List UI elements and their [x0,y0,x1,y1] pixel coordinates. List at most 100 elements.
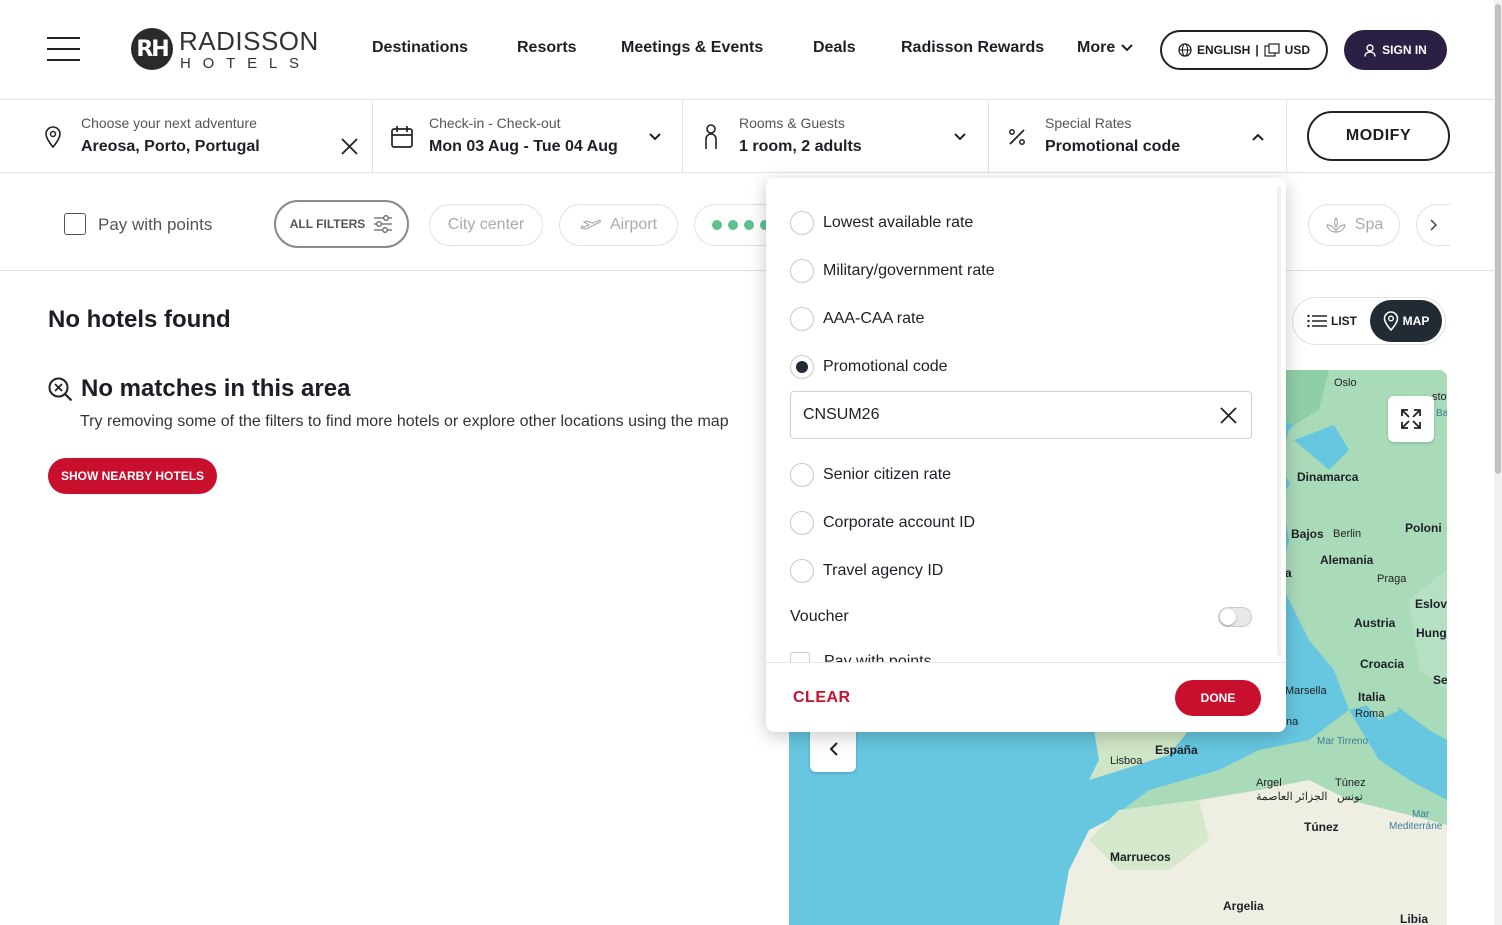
spa-icon [1325,217,1346,233]
map-label-hung: Hung [1416,626,1447,640]
filter-airport[interactable]: Airport [559,204,678,246]
radio-military[interactable] [790,259,814,283]
sign-in-button[interactable]: SIGN IN [1344,30,1447,70]
globe-icon [1178,43,1192,57]
map-label-argelia: Argelia [1223,899,1264,913]
map-label-na: na [1286,716,1299,728]
rate-option-travel[interactable]: Travel agency ID [790,559,943,583]
rate-option-military[interactable]: Military/government rate [790,259,995,283]
map-label-croacia: Croacia [1360,657,1405,671]
rate-label-military: Military/government rate [823,262,995,279]
modify-search-button[interactable]: MODIFY [1307,111,1450,161]
chevron-down-icon [649,133,661,141]
language-currency-button[interactable]: ENGLISH | USD [1160,30,1328,70]
pay-with-points-label[interactable]: Pay with points [98,215,212,235]
filter-spa[interactable]: Spa [1308,204,1400,246]
nav-meetings-events[interactable]: Meetings & Events [621,39,763,57]
site-header: RH RADISSON HOTELS Destinations Resorts … [0,0,1494,100]
map-label-mar-med-2: Mediterráne [1389,821,1443,832]
list-icon [1307,314,1327,328]
currency-icon [1264,43,1280,57]
nav-radisson-rewards[interactable]: Radisson Rewards [901,39,1044,57]
map-label-mar-tirreno: Mar Tirreno [1317,736,1369,747]
list-view-button[interactable]: LIST [1298,300,1366,342]
calendar-icon [391,126,413,148]
voucher-label: Voucher [790,608,849,625]
clear-promo-code-icon[interactable] [1220,407,1237,424]
map-label-italia: Italia [1358,690,1386,704]
rate-option-lowest[interactable]: Lowest available rate [790,211,973,235]
map-label-se: Se [1433,673,1447,687]
map-label-espana: España [1155,743,1198,757]
destination-field[interactable]: Choose your next adventure Areosa, Porto… [0,101,373,173]
map-label-polonia: Poloni [1405,521,1442,535]
radisson-logo-name[interactable]: RADISSON [179,26,319,57]
map-label-a: a [1285,566,1292,580]
destination-label: Choose your next adventure [81,115,257,131]
rate-option-senior[interactable]: Senior citizen rate [790,463,951,487]
map-label-austria: Austria [1354,616,1396,630]
promo-code-input[interactable] [790,391,1252,439]
page-scrollbar[interactable] [1494,0,1502,925]
radio-travel[interactable] [790,559,814,583]
pay-with-points-checkbox-partial[interactable] [790,652,810,662]
nav-destinations[interactable]: Destinations [372,39,468,57]
map-label-oslo: Oslo [1334,377,1357,389]
user-icon [1364,43,1376,57]
map-label-lisboa: Lisboa [1110,755,1143,767]
rating-dots-icon [712,220,770,230]
menu-icon[interactable] [47,37,81,61]
all-filters-label: ALL FILTERS [289,217,366,231]
radio-lowest[interactable] [790,211,814,235]
rate-option-corporate[interactable]: Corporate account ID [790,511,975,535]
dates-label: Check-in - Check-out [429,115,561,131]
map-label-bajos: Bajos [1291,527,1324,541]
pay-with-points-partial: Pay with points [790,652,1250,662]
rooms-guests-label: Rooms & Guests [739,115,845,131]
done-button[interactable]: DONE [1175,680,1261,716]
rate-option-aaa[interactable]: AAA-CAA rate [790,307,924,331]
all-filters-button[interactable]: ALL FILTERS [274,200,409,248]
radisson-logo-sub[interactable]: HOTELS [180,55,311,72]
map-label-argel-ar: الجزائر العاصمة [1256,791,1328,803]
results-title: No hotels found [48,306,231,333]
map-view-button[interactable]: MAP [1370,300,1442,342]
map-fullscreen-button[interactable] [1388,396,1434,442]
airport-label: Airport [609,216,658,233]
no-matches-hint: Try removing some of the filters to find… [80,413,729,430]
filters-next-button[interactable] [1416,204,1450,246]
nav-deals[interactable]: Deals [813,39,856,57]
rooms-guests-field[interactable]: Rooms & Guests 1 room, 2 adults [683,101,989,173]
clear-destination-icon[interactable] [341,138,358,155]
map-label-marsella: Marsella [1285,685,1327,697]
pay-with-points-checkbox[interactable] [64,213,86,235]
radio-senior[interactable] [790,463,814,487]
special-rates-field[interactable]: Special Rates Promotional code [989,101,1287,173]
radio-corporate[interactable] [790,511,814,535]
nav-more[interactable]: More [1077,39,1133,57]
voucher-toggle[interactable] [1218,607,1252,627]
no-matches-heading: No matches in this area [81,375,351,402]
dropdown-scrollbar[interactable] [1277,186,1281,656]
map-label-berlin: Berlin [1333,528,1362,540]
clear-button[interactable]: CLEAR [793,689,851,707]
page-scrollbar-thumb[interactable] [1495,4,1501,474]
chevron-down-icon [954,133,966,141]
radisson-logo-mark[interactable]: RH [131,28,173,70]
show-nearby-hotels-button[interactable]: SHOW NEARBY HOTELS [48,458,217,494]
rate-option-promo[interactable]: Promotional code [790,355,948,379]
filter-city-center[interactable]: City center [429,204,543,246]
map-label-praga: Praga [1377,573,1407,585]
map-label-argel: Argel [1256,777,1282,789]
dates-field[interactable]: Check-in - Check-out Mon 03 Aug - Tue 04… [373,101,683,173]
nav-resorts[interactable]: Resorts [517,39,577,57]
location-pin-icon [1383,311,1398,331]
radio-aaa[interactable] [790,307,814,331]
map-previous-button[interactable] [810,726,856,772]
map-label-ba: Ba [1436,408,1447,419]
map-label-sto: sto [1432,391,1447,403]
chevron-right-icon [1429,219,1437,231]
sliders-icon [374,215,393,233]
search-no-results-icon [48,377,73,402]
radio-promo-selected[interactable] [790,355,814,379]
